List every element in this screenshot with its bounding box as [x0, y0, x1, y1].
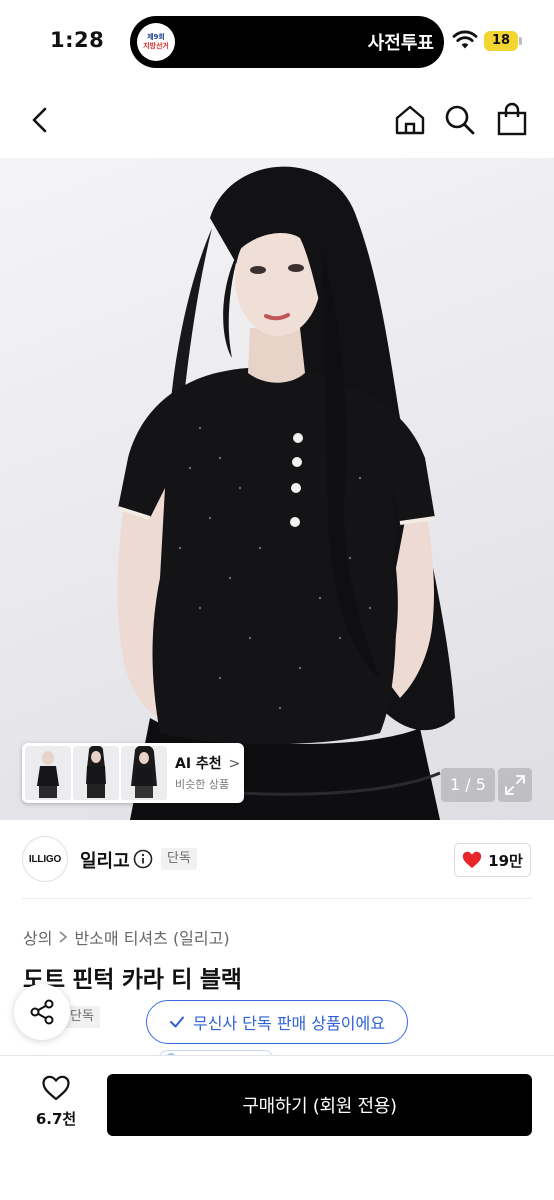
exclusive-notice-text: 무신사 단독 판매 상품이에요	[193, 1014, 385, 1033]
image-page-counter: 1 / 5	[441, 768, 495, 802]
breadcrumb-category[interactable]: 상의	[23, 925, 52, 949]
breadcrumb: 상의 반소매 티셔츠 (일리고)	[23, 925, 230, 949]
election-badge-icon: 제9회 지방선거	[137, 23, 175, 61]
exclusive-notice-pill: 무신사 단독 판매 상품이에요	[146, 1000, 408, 1044]
ai-thumbnail[interactable]	[73, 746, 119, 800]
like-count: 19만	[488, 851, 523, 870]
bottom-action-bar: 6.7천 구매하기 (회원 전용)	[0, 1055, 554, 1200]
brand-logo[interactable]: ILLIGO	[22, 836, 68, 882]
ai-recommend-label: AI 추천	[175, 756, 222, 772]
share-icon	[30, 999, 54, 1025]
dynamic-island[interactable]: 제9회 지방선거 사전투표	[130, 16, 444, 68]
check-icon	[170, 1016, 185, 1028]
expand-icon	[505, 775, 525, 795]
brand-row: ILLIGO 일리고 단독 19만	[0, 820, 554, 900]
brand-name[interactable]: 일리고	[80, 847, 130, 873]
wishlist-button[interactable]: 6.7천	[22, 1074, 90, 1144]
product-photo	[117, 166, 455, 820]
status-time: 1:28	[50, 28, 105, 52]
heart-outline-icon	[42, 1075, 70, 1101]
top-nav	[0, 80, 554, 160]
battery-level: 18	[484, 31, 518, 51]
exclusive-tag: 단독	[161, 848, 197, 870]
ai-recommend-card[interactable]: AI 추천 > 비슷한 상품	[22, 743, 244, 803]
search-icon[interactable]	[444, 104, 476, 136]
buy-button[interactable]: 구매하기 (회원 전용)	[107, 1074, 532, 1136]
ai-thumbnail[interactable]	[121, 746, 167, 800]
product-image-gallery[interactable]: AI 추천 > 비슷한 상품 1 / 5	[0, 158, 554, 820]
expand-image-button[interactable]	[498, 768, 532, 802]
election-badge-line2: 지방선거	[143, 42, 169, 50]
breadcrumb-subcategory[interactable]: 반소매 티셔츠 (일리고)	[74, 925, 229, 949]
status-bar: 1:28 제9회 지방선거 사전투표 18	[0, 0, 554, 80]
chevron-right-icon	[59, 931, 68, 943]
chevron-right-icon: >	[228, 756, 241, 772]
wifi-icon	[452, 30, 478, 49]
info-icon[interactable]	[133, 849, 153, 869]
ai-thumbnail[interactable]	[25, 746, 71, 800]
divider	[22, 898, 532, 899]
ai-recommend-title: AI 추천 >	[175, 753, 240, 773]
home-icon[interactable]	[394, 104, 426, 136]
live-activity-text: 사전투표	[367, 33, 434, 54]
battery-cap	[519, 37, 522, 45]
wishlist-count: 6.7천	[35, 1110, 77, 1128]
share-button[interactable]	[14, 984, 70, 1040]
like-button[interactable]: 19만	[454, 843, 531, 877]
back-arrow-icon[interactable]	[28, 106, 52, 134]
shopping-bag-icon[interactable]	[496, 102, 528, 136]
ai-recommend-subtitle: 비슷한 상품	[175, 778, 230, 791]
heart-filled-icon	[462, 851, 482, 868]
election-badge-line1: 제9회	[147, 33, 165, 41]
